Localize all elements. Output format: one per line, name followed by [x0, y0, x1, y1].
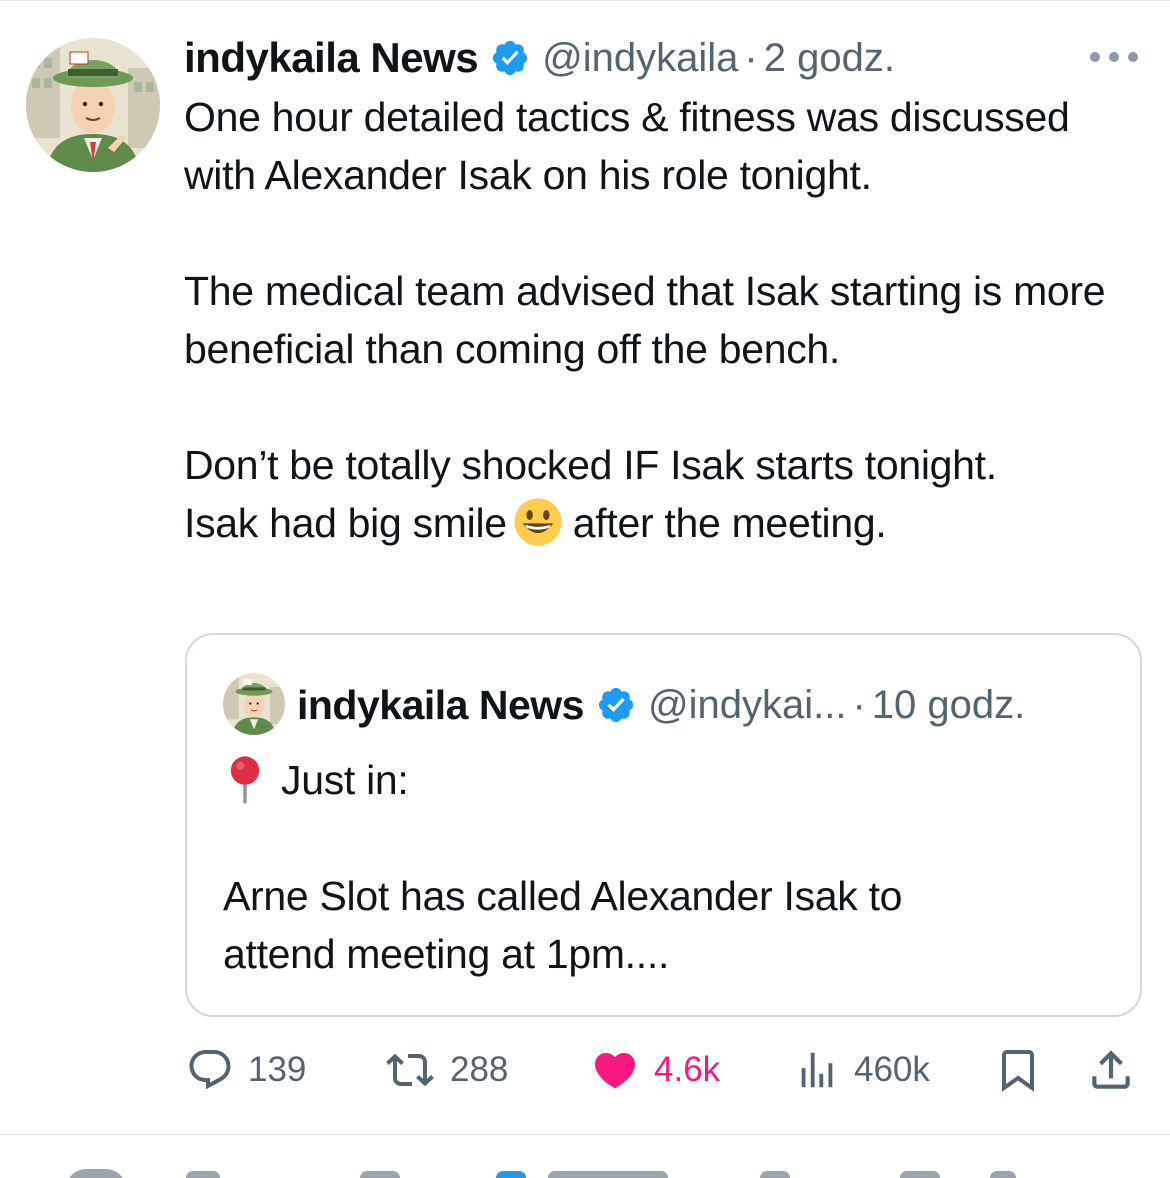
tweet-paragraph-3-line-2-start: Isak had big smile: [184, 500, 507, 546]
author-handle[interactable]: @indykaila: [542, 36, 738, 81]
like-button[interactable]: 4.6k: [590, 1040, 720, 1100]
tweet-time[interactable]: 2 godz.: [764, 36, 895, 81]
dot-3: [1128, 52, 1138, 62]
author-avatar[interactable]: [26, 38, 160, 172]
views-button[interactable]: 460k: [794, 1040, 930, 1100]
like-count: 4.6k: [654, 1050, 721, 1089]
tweet-paragraph-3: Don’t be totally shocked IF Isak starts …: [184, 436, 1134, 552]
round-pushpin-emoji-icon: [230, 756, 260, 804]
bookmark-button[interactable]: [994, 1040, 1042, 1100]
quoted-header-separator: ·: [852, 682, 866, 727]
verified-badge-icon: [598, 687, 634, 723]
next-text-fragment: [900, 1171, 940, 1178]
repost-button[interactable]: 288: [384, 1040, 508, 1100]
reply-bubble-icon: [189, 1050, 231, 1090]
quoted-author-avatar[interactable]: [223, 673, 285, 735]
dot-2: [1109, 52, 1119, 62]
author-name[interactable]: indykaila News: [184, 34, 479, 82]
quoted-line-2: Arne Slot has called Alexander Isak to: [223, 873, 903, 919]
quoted-author-name: indykaila News: [297, 681, 584, 728]
tweet-actions: 139 288 4.6k 460k: [0, 1040, 1170, 1100]
next-text-fragment: [990, 1171, 1016, 1178]
grinning-face-emoji-icon: [514, 498, 562, 546]
next-tweet-peek: [0, 1135, 1170, 1178]
next-text-fragment: [360, 1171, 400, 1178]
quoted-author-handle: @indykai...: [647, 682, 847, 727]
bookmark-icon: [1002, 1050, 1034, 1092]
views-count: 460k: [854, 1050, 930, 1089]
cartoon-reporter-icon: [26, 38, 160, 172]
quoted-tweet-header: indykaila News @indykai... · 10 godz.: [297, 675, 1025, 735]
tweet-paragraph-2: The medical team advised that Isak start…: [184, 268, 1106, 372]
tweet[interactable]: indykaila News @indykaila · 2 godz. One …: [0, 0, 1170, 1134]
more-dots-icon[interactable]: [1090, 42, 1138, 72]
next-text-fragment: [186, 1171, 220, 1178]
heart-filled-icon: [594, 1053, 636, 1089]
quoted-tweet-body: Just in: Arne Slot has called Alexander …: [223, 751, 1103, 983]
verified-badge-icon: [493, 40, 528, 76]
header-separator: ·: [744, 35, 758, 80]
reply-button[interactable]: 139: [186, 1040, 306, 1100]
repost-arrows-icon: [386, 1053, 434, 1087]
cartoon-reporter-icon: [223, 673, 285, 735]
share-upload-icon: [1092, 1050, 1130, 1089]
reply-count: 139: [248, 1050, 307, 1089]
quoted-tweet[interactable]: indykaila News @indykai... · 10 godz. Ju…: [185, 633, 1142, 1017]
next-avatar-edge: [66, 1169, 126, 1178]
share-button[interactable]: [1086, 1040, 1136, 1100]
tweet-header: indykaila News @indykaila · 2 godz.: [184, 30, 895, 86]
next-text-fragment: [760, 1171, 790, 1178]
quoted-line-3: attend meeting at 1pm....: [223, 931, 670, 977]
quoted-tweet-time: 10 godz.: [871, 682, 1026, 727]
quoted-line-1: Just in:: [281, 757, 409, 803]
tweet-paragraph-1: One hour detailed tactics & fitness was …: [184, 94, 1070, 198]
views-bar-chart-icon: [801, 1052, 833, 1088]
tweet-paragraph-3-line-1: Don’t be totally shocked IF Isak starts …: [184, 442, 997, 488]
repost-count: 288: [450, 1050, 509, 1089]
next-text-fragment: [548, 1171, 668, 1178]
next-verified-edge: [496, 1171, 526, 1178]
tweet-paragraph-3-line-2-end: after the meeting.: [572, 500, 887, 546]
tweet-body: One hour detailed tactics & fitness was …: [184, 88, 1134, 552]
dot-1: [1090, 52, 1100, 62]
quoted-line-just-in: Just in:: [223, 751, 1103, 809]
